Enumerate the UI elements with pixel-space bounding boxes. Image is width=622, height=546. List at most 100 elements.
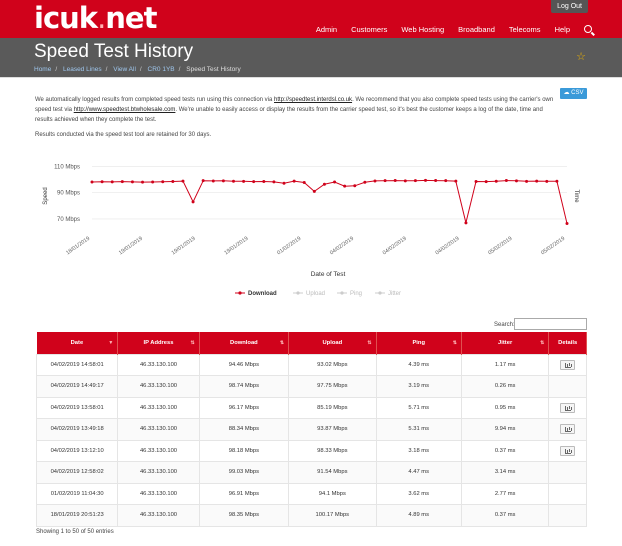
download-point (191, 200, 195, 204)
breadcrumb-current: Speed Test History (186, 66, 241, 73)
details-button[interactable] (560, 424, 576, 435)
col-date[interactable]: Date ▼ (36, 332, 119, 354)
cell-ping: 5.31 ms (375, 418, 462, 441)
download-point (434, 179, 438, 183)
logout-button[interactable]: Log Out (551, 0, 588, 13)
speed-chart: 70 Mbps 90 Mbps 110 Mbps Speed Time 18/01/201… (43, 165, 579, 297)
breadcrumb-cr0-1yb[interactable]: CR0 1YB (148, 66, 175, 73)
table-row: 18/01/2019 20:51:23 46.33.130.100 98.35 Mb… (35, 504, 587, 527)
star-icon[interactable]: ☆ (576, 50, 586, 63)
download-point (282, 181, 286, 185)
table-row: 04/02/2019 12:58:02 46.33.130.100 99.03 Mb… (35, 461, 587, 484)
cell-ip: 46.33.130.100 (117, 375, 200, 398)
col-jitter[interactable]: Jitter ⇅ (461, 332, 550, 354)
x-tick-label: 19/01/2019 (171, 236, 197, 257)
legend-jitter[interactable]: Jitter (388, 291, 401, 297)
cell-jitter: 1.17 ms (460, 353, 550, 376)
table-row: 04/02/2019 13:49:18 46.33.130.100 88.34 Mb… (35, 418, 587, 441)
cell-ping: 4.89 ms (375, 504, 462, 527)
nav-help[interactable]: Help (555, 25, 570, 34)
breadcrumb-home[interactable]: Home (34, 66, 51, 73)
btwholesale-link[interactable]: http://www.speedtest.btwholesale.com (74, 107, 176, 113)
x-tick-label: 05/02/2019 (487, 236, 513, 257)
cell-date: 04/02/2019 14:58:01 (35, 353, 119, 376)
nav-admin[interactable]: Admin (316, 25, 337, 34)
cell-upload: 85.19 Mbps (288, 396, 377, 419)
nav-broadband[interactable]: Broadband (458, 25, 495, 34)
bar-chart-icon (565, 448, 572, 454)
download-point (302, 181, 306, 185)
cell-details (548, 461, 587, 484)
cell-ping: 3.18 ms (375, 439, 462, 462)
details-button[interactable] (560, 359, 576, 370)
cell-download: 98.74 Mbps (198, 375, 290, 398)
col-download[interactable]: Download ⇅ (199, 332, 290, 354)
legend-upload[interactable]: Upload (306, 291, 325, 297)
breadcrumb-view-all[interactable]: View All (113, 66, 136, 73)
breadcrumb: Home / Leased Lines / View All / CR0 1YB / S… (34, 66, 241, 73)
cell-upload: 91.54 Mbps (288, 461, 377, 484)
speed-table: Date ▼ IP Address ⇅ Download ⇅ Upload ⇅ Ping… (35, 332, 587, 527)
bar-chart-icon (565, 427, 572, 433)
cell-details (548, 439, 587, 462)
download-point (201, 179, 205, 183)
cell-jitter: 0.95 ms (460, 396, 550, 419)
download-point (171, 179, 175, 183)
details-button[interactable] (560, 402, 576, 413)
nav-telecoms[interactable]: Telecoms (509, 25, 541, 34)
breadcrumb-leased-lines[interactable]: Leased Lines (63, 66, 102, 73)
download-point (413, 179, 417, 183)
download-point (242, 179, 246, 183)
col-details: Details (548, 332, 587, 354)
table-row: 04/02/2019 13:12:10 46.33.130.100 98.18 Mb… (35, 439, 587, 462)
interdsl-link[interactable]: http://speedtest.interdsl.co.uk (274, 97, 352, 103)
download-point (343, 184, 347, 188)
sort-desc-icon: ▼ (108, 340, 114, 346)
sort-icon: ⇅ (190, 340, 195, 346)
cell-jitter: 9.94 ms (460, 418, 550, 441)
download-point (484, 180, 488, 184)
y-tick-label: 90 Mbps (57, 191, 80, 197)
search-icon[interactable] (584, 25, 592, 33)
nav-customers[interactable]: Customers (351, 25, 387, 34)
icuk-logo[interactable]: icuk.net (34, 2, 157, 34)
main-nav: Admin Customers Web Hosting Broadband Te… (302, 25, 592, 34)
download-point (333, 180, 337, 184)
download-point (454, 179, 458, 183)
table-row: 01/02/2019 11:04:30 46.33.130.100 96.91 Mb… (35, 482, 587, 505)
col-upload[interactable]: Upload ⇅ (288, 332, 377, 354)
download-point (252, 180, 256, 184)
x-tick-label: 05/02/2019 (540, 236, 566, 257)
cell-details (548, 353, 587, 376)
cell-ip: 46.33.130.100 (117, 461, 200, 484)
download-point (312, 189, 316, 193)
download-point (90, 180, 94, 184)
cell-download: 88.34 Mbps (198, 418, 290, 441)
legend-ping[interactable]: Ping (350, 291, 362, 297)
x-tick-label: 04/02/2019 (435, 236, 461, 257)
col-ping[interactable]: Ping ⇅ (376, 332, 462, 354)
download-point (494, 179, 498, 183)
sort-icon: ⇅ (452, 340, 457, 346)
nav-web-hosting[interactable]: Web Hosting (401, 25, 444, 34)
cell-download: 96.17 Mbps (198, 396, 290, 419)
sort-icon: ⇅ (540, 340, 545, 346)
cell-jitter: 3.14 ms (460, 461, 550, 484)
x-tick-label: 04/02/2019 (382, 236, 408, 257)
download-point (141, 180, 145, 184)
download-point (130, 180, 134, 184)
download-point (383, 179, 387, 183)
table-info: Showing 1 to 50 of 50 entries (36, 529, 114, 535)
col-ip[interactable]: IP Address ⇅ (117, 332, 200, 354)
download-point (525, 179, 529, 183)
search-input[interactable] (514, 318, 587, 330)
cell-upload: 93.87 Mbps (288, 418, 377, 441)
cell-jitter: 2.77 ms (460, 482, 550, 505)
download-point (181, 179, 185, 183)
csv-button[interactable]: ☁ CSV (560, 88, 587, 99)
legend-download[interactable]: Download (248, 291, 277, 297)
details-button[interactable] (560, 445, 576, 456)
cell-upload: 98.33 Mbps (288, 439, 377, 462)
download-point (393, 179, 397, 183)
x-tick-label: 19/01/2019 (223, 236, 249, 257)
